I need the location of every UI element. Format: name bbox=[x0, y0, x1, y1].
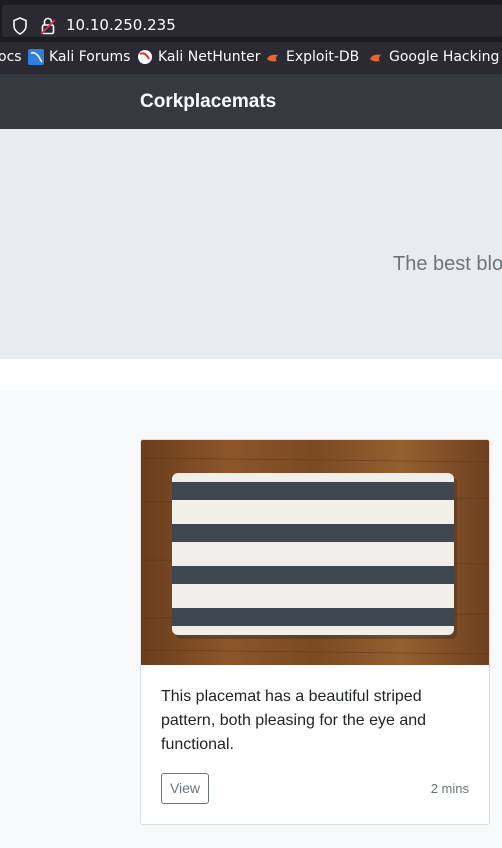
bookmark-label: Kali Forums bbox=[49, 49, 131, 65]
url-text: 10.10.250.235 bbox=[66, 16, 176, 34]
bookmark-kali-nethunter[interactable]: Kali NetHunter bbox=[137, 49, 260, 65]
read-time: 2 mins bbox=[430, 781, 469, 796]
bookmark-exploit-db[interactable]: Exploit-DB bbox=[265, 49, 359, 65]
google-hacking-icon bbox=[370, 54, 381, 62]
exploit-db-icon bbox=[267, 54, 278, 62]
bookmark-label: Google Hacking D bbox=[389, 49, 502, 65]
product-card: This placemat has a beautiful striped pa… bbox=[140, 439, 490, 825]
hero-section: The best blo bbox=[0, 129, 502, 359]
bookmark-kali-forums[interactable]: Kali Forums bbox=[28, 49, 130, 65]
lock-insecure-icon[interactable] bbox=[40, 17, 56, 35]
hero-lead-text: The best blo bbox=[393, 253, 502, 275]
kali-forums-icon bbox=[28, 49, 44, 65]
card-description: This placemat has a beautiful striped pa… bbox=[161, 688, 427, 753]
bookmark-label: Exploit-DB bbox=[286, 49, 360, 65]
placemat-image bbox=[141, 440, 489, 665]
bookmark-label: ocs bbox=[0, 49, 22, 65]
bookmark-google-hacking[interactable]: Google Hacking D bbox=[368, 49, 502, 65]
address-bar[interactable]: 10.10.250.235 bbox=[2, 5, 502, 37]
bookmark-label: Kali NetHunter bbox=[158, 49, 261, 65]
kali-nethunter-icon bbox=[138, 50, 152, 64]
view-button[interactable]: View bbox=[161, 773, 209, 804]
shield-icon[interactable] bbox=[12, 17, 28, 35]
bookmark-docs[interactable]: ocs bbox=[0, 49, 22, 65]
navbar-brand[interactable]: Corkplacemats bbox=[140, 91, 276, 113]
bookmarks-toolbar: ocs Kali Forums Kali NetHunter Exploit-D… bbox=[0, 42, 502, 74]
browser-toolbar: 10.10.250.235 bbox=[0, 0, 502, 42]
site-navbar: Corkplacemats bbox=[0, 74, 502, 129]
